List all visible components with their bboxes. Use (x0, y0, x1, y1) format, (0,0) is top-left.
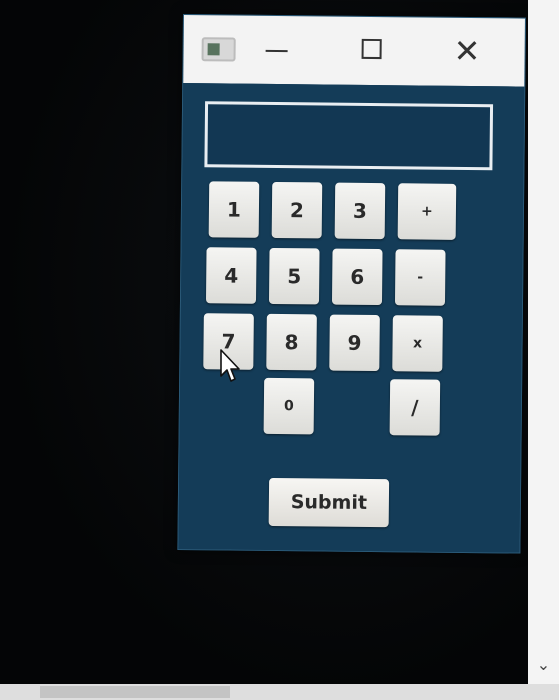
key-6[interactable]: 6 (331, 248, 383, 306)
display-field[interactable] (204, 101, 494, 171)
key-2[interactable]: 2 (271, 181, 323, 239)
key-multiply[interactable]: x (392, 315, 443, 372)
horizontal-scroll-thumb[interactable] (40, 686, 230, 698)
window-app-icon (201, 37, 236, 62)
minimize-button[interactable] (253, 26, 303, 73)
key-1[interactable]: 1 (208, 181, 260, 238)
submit-button[interactable]: Submit (268, 477, 390, 528)
key-4[interactable]: 4 (205, 247, 257, 304)
key-9[interactable]: 9 (329, 314, 380, 372)
vertical-scrollbar[interactable] (528, 0, 559, 684)
maximize-icon (361, 38, 382, 60)
maximize-button[interactable] (347, 27, 397, 74)
close-icon: ✕ (453, 31, 481, 71)
key-0[interactable]: 0 (263, 377, 315, 435)
close-button[interactable]: ✕ (443, 28, 493, 75)
key-3[interactable]: 3 (334, 182, 386, 240)
key-5[interactable]: 5 (268, 247, 320, 305)
key-minus[interactable]: - (394, 249, 446, 306)
title-bar[interactable]: ✕ (183, 15, 525, 87)
key-plus[interactable]: + (397, 183, 457, 240)
key-divide[interactable]: / (389, 379, 441, 436)
calculator-window: ✕ 1 2 3 + 4 5 6 - 7 8 9 x 0 / Submit (177, 14, 526, 554)
key-8[interactable]: 8 (266, 313, 317, 371)
minimize-icon (265, 49, 288, 53)
calculator-body: 1 2 3 + 4 5 6 - 7 8 9 x 0 / Submit (178, 83, 525, 553)
scroll-down-chevron-icon[interactable]: ⌄ (528, 650, 559, 680)
mouse-pointer-icon (220, 349, 240, 382)
